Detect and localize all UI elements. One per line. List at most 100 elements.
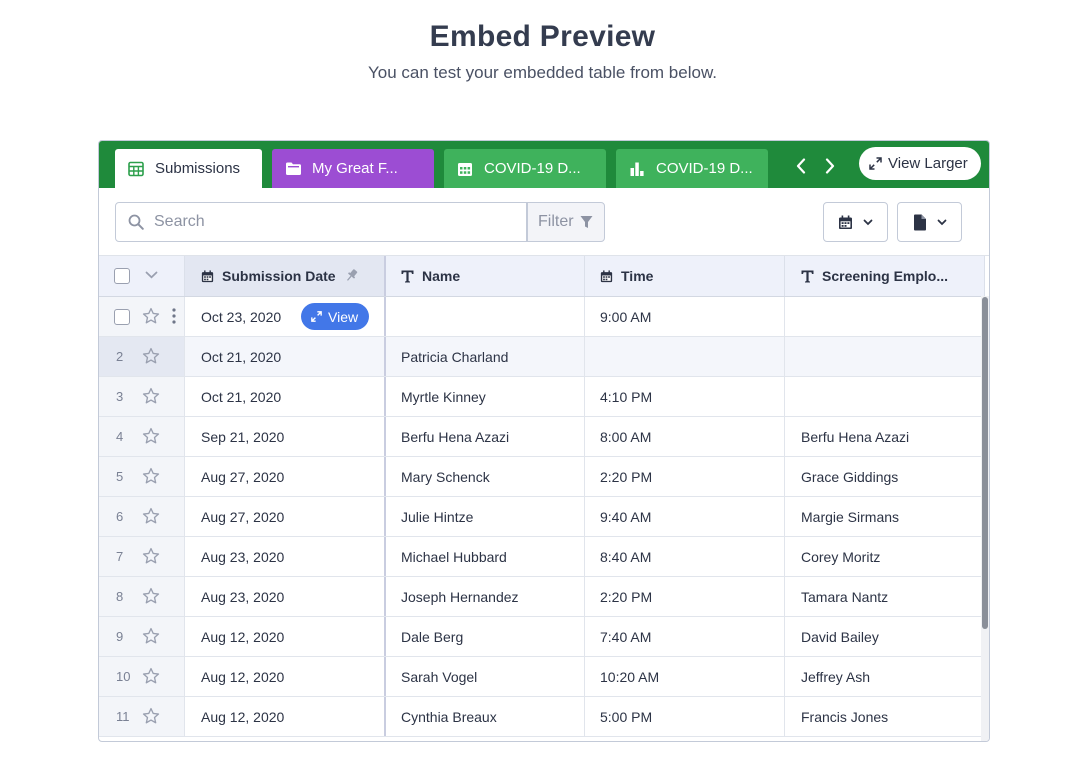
scroll-tabs-right-button[interactable] bbox=[819, 155, 841, 177]
star-icon[interactable] bbox=[142, 547, 160, 565]
cell-submission-date[interactable]: Aug 12, 2020 bbox=[185, 657, 386, 696]
cell-text: 2:20 PM bbox=[600, 588, 653, 605]
cell-time[interactable]: 2:20 PM bbox=[585, 577, 785, 616]
row-number: 8 bbox=[116, 589, 124, 604]
filter-button[interactable]: Filter bbox=[527, 202, 605, 242]
star-icon[interactable] bbox=[142, 707, 160, 725]
cell-name[interactable]: Cynthia Breaux bbox=[386, 697, 585, 736]
cell-screening-employee[interactable]: Grace Giddings bbox=[785, 457, 985, 496]
tab-covid-data-1[interactable]: COVID-19 D... bbox=[444, 149, 606, 188]
table-row[interactable]: 8 Aug 23, 2020 Joseph Hernandez 2:20 PM Tama… bbox=[99, 577, 985, 617]
cell-name[interactable]: Sarah Vogel bbox=[386, 657, 585, 696]
cell-submission-date[interactable]: Aug 23, 2020 bbox=[185, 537, 386, 576]
search-input[interactable] bbox=[154, 213, 514, 231]
star-icon[interactable] bbox=[142, 387, 160, 405]
cell-submission-date[interactable]: Sep 21, 2020 bbox=[185, 417, 386, 456]
cell-time[interactable] bbox=[585, 337, 785, 376]
cell-time[interactable]: 2:20 PM bbox=[585, 457, 785, 496]
calendar-grid-icon bbox=[456, 160, 474, 178]
table-row[interactable]: 4 Sep 21, 2020 Berfu Hena Azazi 8:00 AM Berf… bbox=[99, 417, 985, 457]
cell-name[interactable]: Mary Schenck bbox=[386, 457, 585, 496]
cell-submission-date[interactable]: Aug 27, 2020 bbox=[185, 497, 386, 536]
cell-text: Aug 23, 2020 bbox=[201, 548, 285, 565]
cell-screening-employee[interactable]: David Bailey bbox=[785, 617, 985, 656]
table-row[interactable]: 5 Aug 27, 2020 Mary Schenck 2:20 PM Grace Gi… bbox=[99, 457, 985, 497]
cell-submission-date[interactable]: Aug 23, 2020 bbox=[185, 577, 386, 616]
cell-time[interactable]: 7:40 AM bbox=[585, 617, 785, 656]
export-dropdown[interactable] bbox=[897, 202, 962, 242]
view-larger-button[interactable]: View Larger bbox=[859, 147, 981, 180]
table-row[interactable]: 2 Oct 21, 2020 Patricia Charland bbox=[99, 337, 985, 377]
cell-screening-employee[interactable] bbox=[785, 337, 985, 376]
cell-text: Patricia Charland bbox=[401, 348, 509, 365]
cell-name[interactable]: Dale Berg bbox=[386, 617, 585, 656]
cell-screening-employee[interactable]: Margie Sirmans bbox=[785, 497, 985, 536]
cell-text: Margie Sirmans bbox=[801, 508, 900, 525]
table-scrollbar-thumb[interactable] bbox=[982, 297, 988, 629]
cell-screening-employee[interactable]: Jeffrey Ash bbox=[785, 657, 985, 696]
table-row[interactable]: 6 Aug 27, 2020 Julie Hintze 9:40 AM Margie S… bbox=[99, 497, 985, 537]
column-header-time[interactable]: Time bbox=[585, 256, 785, 296]
cell-screening-employee[interactable] bbox=[785, 377, 985, 416]
cell-name[interactable]: Michael Hubbard bbox=[386, 537, 585, 576]
tab-submissions[interactable]: Submissions bbox=[115, 149, 262, 188]
table-row[interactable]: 10 Aug 12, 2020 Sarah Vogel 10:20 AM Jeffrey… bbox=[99, 657, 985, 697]
cell-submission-date[interactable]: Oct 21, 2020 bbox=[185, 337, 386, 376]
cell-time[interactable]: 9:00 AM bbox=[585, 297, 785, 336]
row-checkbox[interactable] bbox=[114, 309, 130, 325]
tab-covid-data-2[interactable]: COVID-19 D... bbox=[616, 149, 768, 188]
star-icon[interactable] bbox=[142, 507, 160, 525]
cell-time[interactable]: 9:40 AM bbox=[585, 497, 785, 536]
cell-time[interactable]: 5:00 PM bbox=[585, 697, 785, 736]
cell-submission-date[interactable]: Oct 21, 2020 bbox=[185, 377, 386, 416]
cell-screening-employee[interactable]: Tamara Nantz bbox=[785, 577, 985, 616]
table-row[interactable]: 11 Aug 12, 2020 Cynthia Breaux 5:00 PM Franc… bbox=[99, 697, 985, 737]
select-all-checkbox[interactable] bbox=[114, 268, 130, 284]
cell-time[interactable]: 4:10 PM bbox=[585, 377, 785, 416]
cell-screening-employee[interactable]: Corey Moritz bbox=[785, 537, 985, 576]
cell-name[interactable]: Berfu Hena Azazi bbox=[386, 417, 585, 456]
star-icon[interactable] bbox=[142, 427, 160, 445]
column-header-submission-date[interactable]: Submission Date bbox=[185, 256, 386, 296]
table-row[interactable]: 7 Aug 23, 2020 Michael Hubbard 8:40 AM Corey… bbox=[99, 537, 985, 577]
column-header-name[interactable]: Name bbox=[386, 256, 585, 296]
table-row[interactable]: 9 Aug 12, 2020 Dale Berg 7:40 AM David Baile… bbox=[99, 617, 985, 657]
cell-submission-date[interactable]: Aug 12, 2020 bbox=[185, 697, 386, 736]
star-icon[interactable] bbox=[142, 307, 160, 325]
cell-time[interactable]: 8:00 AM bbox=[585, 417, 785, 456]
cell-submission-date[interactable]: Aug 27, 2020 bbox=[185, 457, 386, 496]
star-icon[interactable] bbox=[142, 627, 160, 645]
cell-submission-date[interactable]: Oct 23, 2020 View bbox=[185, 297, 386, 336]
cell-screening-employee[interactable] bbox=[785, 297, 985, 336]
table-row[interactable]: Oct 23, 2020 View 9:00 AM bbox=[99, 297, 985, 337]
star-icon[interactable] bbox=[142, 587, 160, 605]
star-icon[interactable] bbox=[142, 347, 160, 365]
table-header-row: Submission Date Name Time Screening Empl… bbox=[99, 256, 985, 297]
cell-text: 10:20 AM bbox=[600, 668, 660, 685]
submissions-table: Submission Date Name Time Screening Empl… bbox=[99, 255, 989, 741]
scroll-tabs-left-button[interactable] bbox=[790, 155, 812, 177]
cell-submission-date[interactable]: Aug 12, 2020 bbox=[185, 617, 386, 656]
cell-name[interactable]: Myrtle Kinney bbox=[386, 377, 585, 416]
chevron-down-icon[interactable] bbox=[145, 271, 158, 279]
pin-icon[interactable] bbox=[344, 268, 359, 283]
view-submission-button[interactable]: View bbox=[301, 303, 369, 330]
row-number: 2 bbox=[116, 349, 124, 364]
date-range-dropdown[interactable] bbox=[823, 202, 888, 242]
cell-name[interactable]: Julie Hintze bbox=[386, 497, 585, 536]
star-icon[interactable] bbox=[142, 667, 160, 685]
cell-name[interactable]: Joseph Hernandez bbox=[386, 577, 585, 616]
cell-time[interactable]: 8:40 AM bbox=[585, 537, 785, 576]
column-header-screening-employee[interactable]: Screening Emplo... bbox=[785, 256, 985, 296]
cell-time[interactable]: 10:20 AM bbox=[585, 657, 785, 696]
star-icon[interactable] bbox=[142, 467, 160, 485]
cell-screening-employee[interactable]: Francis Jones bbox=[785, 697, 985, 736]
bar-chart-icon bbox=[628, 160, 646, 178]
cell-name[interactable] bbox=[386, 297, 585, 336]
more-options-icon[interactable] bbox=[172, 308, 176, 324]
row-number: 3 bbox=[116, 389, 124, 404]
tab-my-great-form[interactable]: My Great F... bbox=[272, 149, 434, 188]
table-row[interactable]: 3 Oct 21, 2020 Myrtle Kinney 4:10 PM bbox=[99, 377, 985, 417]
cell-screening-employee[interactable]: Berfu Hena Azazi bbox=[785, 417, 985, 456]
cell-name[interactable]: Patricia Charland bbox=[386, 337, 585, 376]
